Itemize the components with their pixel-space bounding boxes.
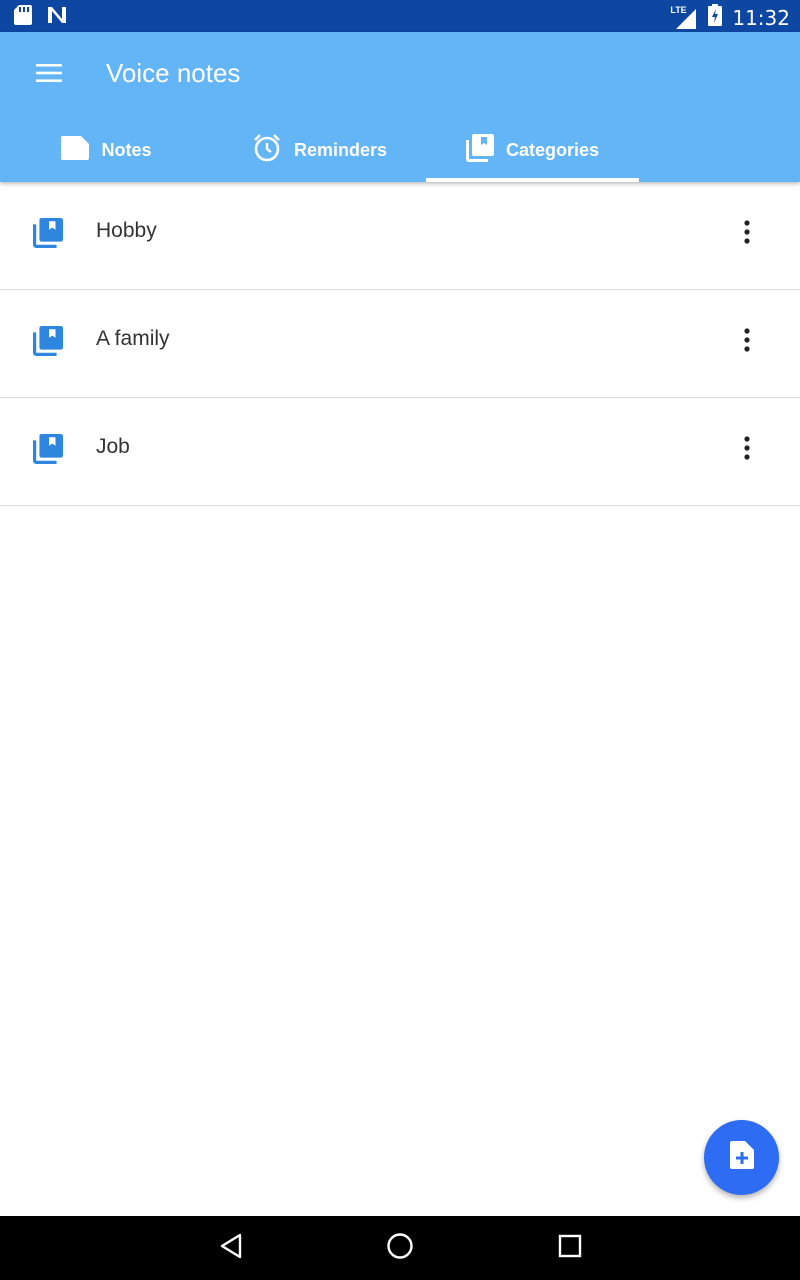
tab-reminders-label: Reminders [293,139,388,160]
more-vert-icon [744,219,750,249]
more-vert-icon [744,327,750,357]
recents-icon [558,1234,582,1263]
alarm-clock-icon [252,133,282,168]
category-label: A family [96,327,170,350]
category-icon [33,434,63,464]
note-icon [61,135,90,165]
add-note-icon [729,1141,754,1174]
category-icon [33,218,63,248]
more-options-button[interactable] [727,322,767,362]
menu-button[interactable] [24,52,74,98]
lte-label: LTE [670,4,687,15]
recents-button[interactable] [550,1230,590,1266]
category-icon [465,133,494,167]
tab-categories[interactable]: Categories [426,118,639,182]
add-note-button[interactable] [704,1120,779,1195]
n-notification-icon [46,5,68,30]
app-bar: Voice notes Notes Reminders Categories [0,32,800,182]
lte-signal-icon: LTE [670,4,698,29]
tab-notes[interactable]: Notes [0,118,213,182]
battery-charging-icon [708,4,723,31]
more-vert-icon [744,435,750,465]
status-time: 11:32 [732,5,790,30]
list-item[interactable]: Hobby [0,182,800,290]
category-label: Job [96,435,130,458]
list-item[interactable]: A family [0,290,800,398]
app-title: Voice notes [106,58,241,88]
home-icon [386,1232,414,1265]
tab-bar: Notes Reminders Categories [0,118,800,182]
status-bar: LTE 11:32 [0,0,800,32]
more-options-button[interactable] [727,214,767,254]
sd-card-icon [14,5,32,30]
hamburger-menu-icon [36,63,62,87]
home-button[interactable] [380,1230,420,1266]
more-options-button[interactable] [727,430,767,470]
category-list: Hobby A family Job [0,182,800,506]
system-nav-bar [0,1216,800,1280]
list-item[interactable]: Job [0,398,800,506]
category-icon [33,326,63,356]
category-label: Hobby [96,219,157,242]
back-icon [219,1233,243,1264]
back-button[interactable] [211,1230,251,1266]
tab-categories-label: Categories [505,139,600,160]
tab-reminders[interactable]: Reminders [213,118,426,182]
tab-notes-label: Notes [101,139,152,160]
